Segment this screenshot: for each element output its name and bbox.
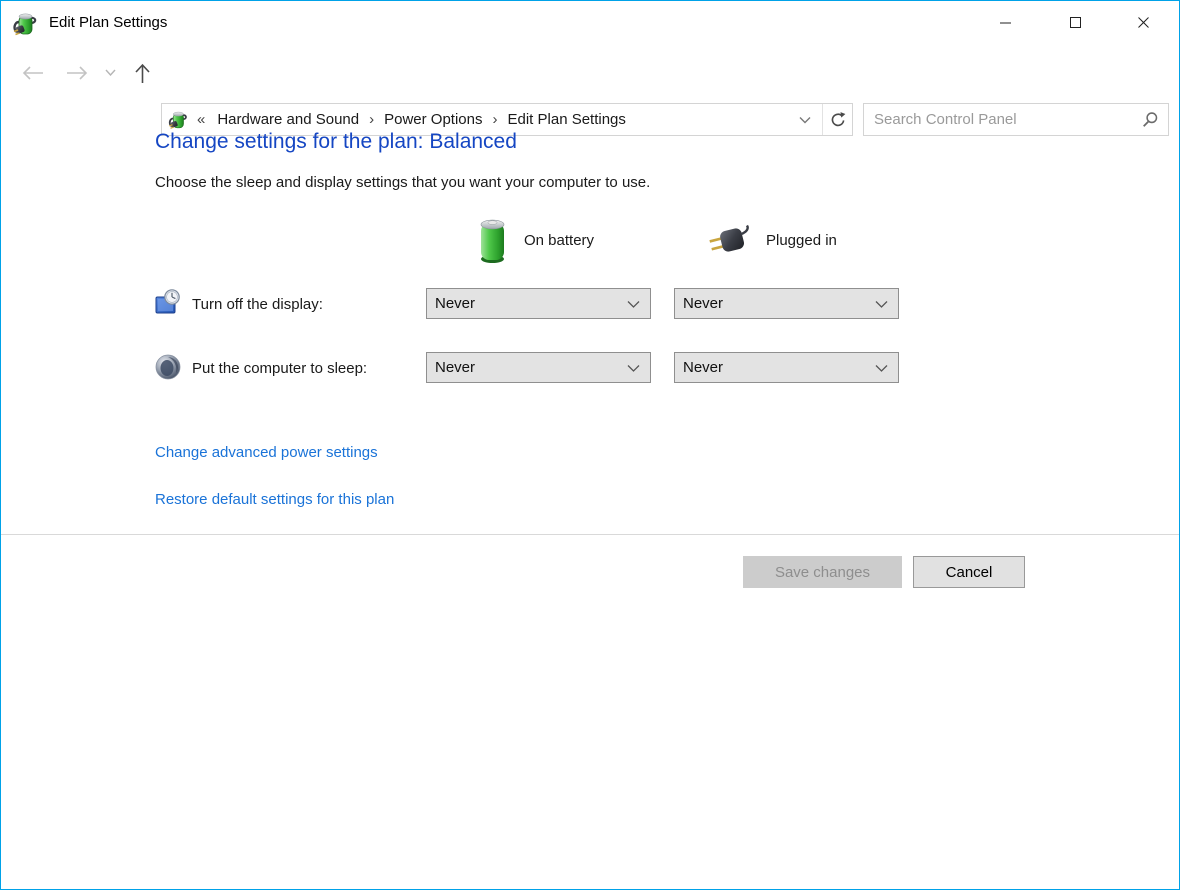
back-arrow-icon bbox=[21, 65, 45, 81]
chevron-down-icon bbox=[799, 116, 811, 124]
breadcrumb-overflow-indicator[interactable]: « bbox=[197, 111, 205, 128]
battery-icon bbox=[477, 215, 508, 264]
chevron-down-icon bbox=[875, 364, 888, 372]
refresh-button[interactable] bbox=[822, 104, 852, 135]
dropdown-selected-value: Never bbox=[427, 359, 627, 376]
up-button[interactable] bbox=[125, 48, 159, 97]
power-plan-icon bbox=[11, 10, 39, 38]
sleep-moon-icon bbox=[154, 353, 182, 381]
put-computer-to-sleep-label: Put the computer to sleep: bbox=[192, 360, 367, 377]
on-battery-column-header: On battery bbox=[524, 232, 594, 249]
cancel-button[interactable]: Cancel bbox=[913, 556, 1025, 588]
maximize-button[interactable] bbox=[1041, 1, 1109, 43]
dropdown-selected-value: Never bbox=[427, 295, 627, 312]
minimize-button[interactable] bbox=[971, 1, 1039, 43]
change-advanced-power-settings-link[interactable]: Change advanced power settings bbox=[155, 444, 378, 461]
restore-default-settings-link[interactable]: Restore default settings for this plan bbox=[155, 491, 394, 508]
chevron-down-icon bbox=[627, 300, 640, 308]
back-button[interactable] bbox=[15, 48, 51, 97]
sleep-on-battery-dropdown[interactable]: Never bbox=[426, 352, 651, 383]
search-box bbox=[863, 103, 1169, 136]
recent-pages-dropdown-button[interactable] bbox=[99, 48, 121, 97]
chevron-down-icon bbox=[627, 364, 640, 372]
window-title: Edit Plan Settings bbox=[49, 14, 167, 31]
page-title: Change settings for the plan: Balanced bbox=[155, 130, 517, 154]
footer-separator bbox=[1, 534, 1179, 535]
refresh-icon bbox=[829, 111, 847, 129]
navigation-bar: « Hardware and Sound › Power Options › E… bbox=[1, 48, 1179, 97]
breadcrumb-separator-icon[interactable]: › bbox=[365, 111, 378, 128]
dropdown-selected-value: Never bbox=[675, 295, 875, 312]
plug-icon bbox=[707, 223, 753, 257]
sleep-plugged-in-dropdown[interactable]: Never bbox=[674, 352, 899, 383]
close-button[interactable] bbox=[1109, 1, 1177, 43]
close-icon bbox=[1137, 16, 1150, 29]
maximize-icon bbox=[1069, 16, 1082, 29]
page-subtitle: Choose the sleep and display settings th… bbox=[155, 174, 650, 191]
edit-plan-settings-window: Edit Plan Settings bbox=[0, 0, 1180, 890]
chevron-down-icon bbox=[875, 300, 888, 308]
search-button[interactable] bbox=[1132, 104, 1168, 135]
up-arrow-icon bbox=[134, 62, 151, 84]
breadcrumb-separator-icon[interactable]: › bbox=[489, 111, 502, 128]
breadcrumb-item-power-options[interactable]: Power Options bbox=[378, 111, 488, 128]
dropdown-selected-value: Never bbox=[675, 359, 875, 376]
plugged-in-column-header: Plugged in bbox=[766, 232, 837, 249]
minimize-icon bbox=[999, 16, 1012, 29]
forward-button[interactable] bbox=[59, 48, 95, 97]
breadcrumb-item-edit-plan-settings[interactable]: Edit Plan Settings bbox=[502, 111, 632, 128]
turn-off-display-label: Turn off the display: bbox=[192, 296, 323, 313]
breadcrumb-item-hardware-and-sound[interactable]: Hardware and Sound bbox=[211, 111, 365, 128]
search-input[interactable] bbox=[864, 111, 1132, 128]
search-icon bbox=[1141, 111, 1159, 129]
address-dropdown-button[interactable] bbox=[788, 104, 822, 135]
turn-off-display-plugged-in-dropdown[interactable]: Never bbox=[674, 288, 899, 319]
power-plan-icon bbox=[167, 109, 189, 131]
forward-arrow-icon bbox=[65, 65, 89, 81]
display-clock-icon bbox=[154, 288, 182, 316]
title-bar: Edit Plan Settings bbox=[1, 1, 1179, 48]
chevron-down-icon bbox=[105, 69, 116, 76]
turn-off-display-on-battery-dropdown[interactable]: Never bbox=[426, 288, 651, 319]
save-changes-button[interactable]: Save changes bbox=[743, 556, 902, 588]
